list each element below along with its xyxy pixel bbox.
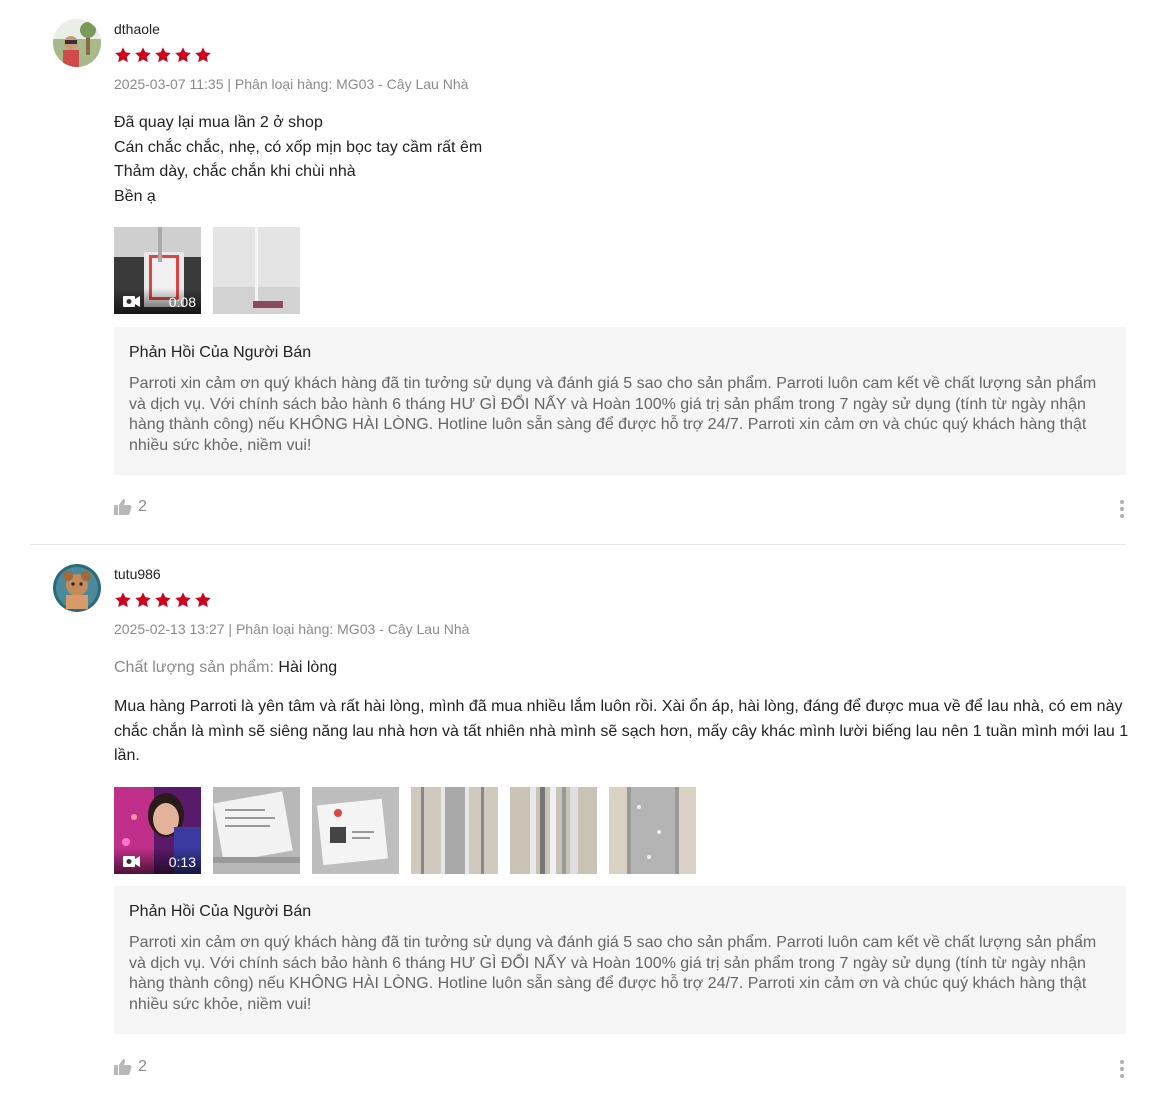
like-count: 2 — [138, 498, 147, 515]
review-line: Thảm dày, chắc chắn khi chùi nhà — [114, 163, 356, 180]
avatar[interactable] — [53, 19, 101, 67]
review-video-thumbnail[interactable]: 0:08 — [114, 227, 201, 314]
seller-reply-text: Parroti xin cảm ơn quý khách hàng đã tin… — [129, 934, 1097, 1013]
like-count: 2 — [138, 1058, 147, 1075]
video-duration: 0:13 — [168, 854, 196, 870]
review-line: Bền ạ — [114, 187, 156, 205]
avatar[interactable] — [53, 564, 101, 612]
review-image-thumbnail[interactable] — [312, 787, 399, 874]
review-text: Đã quay lại mua lần 2 ở shop Cán chắc ch… — [114, 111, 1129, 209]
seller-reply: Phản Hồi Của Người Bán Parroti xin cảm ơ… — [114, 886, 1126, 1034]
review-image-thumbnail[interactable] — [411, 787, 498, 874]
star-icon — [195, 592, 211, 608]
review-media: 0:08 — [114, 227, 300, 314]
star-icon — [155, 592, 171, 608]
seller-reply-text: Parroti xin cảm ơn quý khách hàng đã tin… — [129, 375, 1097, 454]
review-line: Đã quay lại mua lần 2 ở shop — [114, 114, 323, 131]
quality-label: Chất lượng sản phẩm: — [114, 659, 274, 676]
more-options-icon[interactable] — [1120, 1060, 1126, 1078]
product-quality: Chất lượng sản phẩm: Hài lòng — [114, 659, 337, 677]
review-video-thumbnail[interactable]: 0:13 — [114, 787, 201, 874]
star-icon — [155, 47, 171, 63]
review-media: 0:13 — [114, 787, 696, 874]
video-duration: 0:08 — [168, 294, 196, 310]
review-divider — [30, 544, 1126, 545]
seller-reply-title: Phản Hồi Của Người Bán — [129, 903, 312, 920]
quality-value: Hài lòng — [278, 659, 338, 676]
star-icon — [115, 47, 131, 63]
rating-stars — [114, 46, 212, 64]
review-meta: 2025-02-13 13:27 | Phân loại hàng: MG03 … — [114, 621, 470, 637]
username[interactable]: tutu986 — [114, 566, 161, 582]
star-icon — [135, 592, 151, 608]
more-options-icon[interactable] — [1120, 500, 1126, 518]
review-line: Cán chắc chắc, nhẹ, có xốp mịn bọc tay c… — [114, 138, 483, 156]
review-text: Mua hàng Parroti là yên tâm và rất hài l… — [114, 698, 1129, 764]
thumbs-up-icon — [114, 499, 132, 515]
thumbs-up-icon — [114, 1059, 132, 1075]
rating-stars — [114, 591, 212, 609]
like-button[interactable]: 2 — [114, 1058, 147, 1076]
camera-icon — [123, 296, 140, 307]
star-icon — [195, 47, 211, 63]
review-meta: 2025-03-07 11:35 | Phân loại hàng: MG03 … — [114, 76, 469, 92]
star-icon — [175, 47, 191, 63]
review-image-thumbnail[interactable] — [213, 787, 300, 874]
review-image-thumbnail[interactable] — [609, 787, 696, 874]
camera-icon — [123, 856, 140, 867]
star-icon — [175, 592, 191, 608]
review-image-thumbnail[interactable] — [510, 787, 597, 874]
seller-reply: Phản Hồi Của Người Bán Parroti xin cảm ơ… — [114, 327, 1126, 475]
seller-reply-title: Phản Hồi Của Người Bán — [129, 344, 312, 361]
star-icon — [135, 47, 151, 63]
review-image-thumbnail[interactable] — [213, 227, 300, 314]
username[interactable]: dthaole — [114, 21, 160, 37]
like-button[interactable]: 2 — [114, 498, 147, 516]
star-icon — [115, 592, 131, 608]
